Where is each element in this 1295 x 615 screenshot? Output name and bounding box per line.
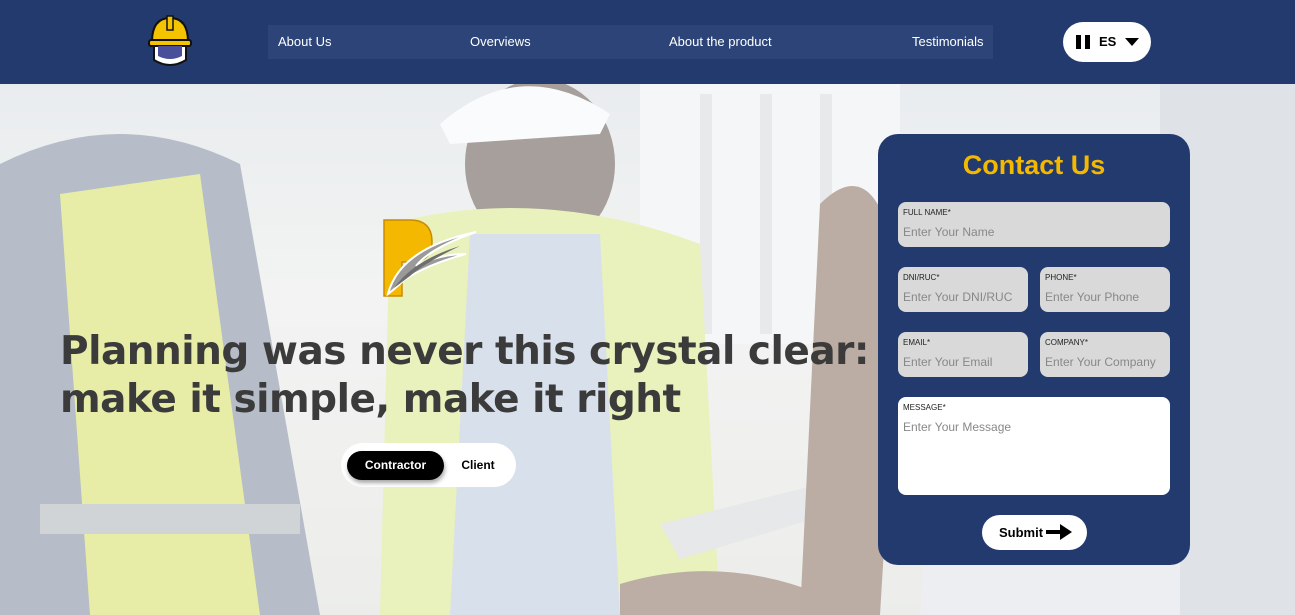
dni-field: DNI/RUC* xyxy=(898,267,1028,312)
role-toggle: Contractor Client xyxy=(341,443,516,487)
company-label: COMPANY* xyxy=(1045,338,1088,347)
contractor-toggle-button[interactable]: Contractor xyxy=(347,451,444,480)
hard-hat-logo-icon[interactable] xyxy=(142,12,198,72)
nav-overviews[interactable]: Overviews xyxy=(470,25,531,59)
submit-button[interactable]: Submit xyxy=(982,515,1087,550)
main-nav: About Us Overviews About the product Tes… xyxy=(268,25,993,59)
chevron-down-icon xyxy=(1125,38,1139,46)
message-textarea[interactable] xyxy=(903,420,1165,480)
client-toggle-button[interactable]: Client xyxy=(453,451,503,480)
headline-line-1: Planning was never this crystal clear: xyxy=(60,329,870,374)
company-field: COMPANY* xyxy=(1040,332,1170,377)
top-navbar: About Us Overviews About the product Tes… xyxy=(0,0,1295,84)
nav-testimonials[interactable]: Testimonials xyxy=(912,25,984,59)
dni-label: DNI/RUC* xyxy=(903,273,940,282)
phone-label: PHONE* xyxy=(1045,273,1077,282)
message-field: MESSAGE* xyxy=(898,397,1170,495)
email-input[interactable] xyxy=(903,355,1023,369)
phone-field: PHONE* xyxy=(1040,267,1170,312)
email-label: EMAIL* xyxy=(903,338,931,347)
flag-icon xyxy=(1076,35,1090,49)
nav-about-us[interactable]: About Us xyxy=(278,25,331,59)
p-brand-mark-icon xyxy=(380,218,480,300)
dni-input[interactable] xyxy=(903,290,1023,304)
message-label: MESSAGE* xyxy=(903,403,946,412)
phone-input[interactable] xyxy=(1045,290,1165,304)
arrow-right-icon xyxy=(1046,524,1072,540)
contact-title: Contact Us xyxy=(962,150,1106,180)
company-input[interactable] xyxy=(1045,355,1165,369)
nav-about-product[interactable]: About the product xyxy=(669,25,772,59)
language-selector[interactable]: ES xyxy=(1063,22,1151,62)
contact-form-card: Contact Us FULL NAME* DNI/RUC* PHONE* EM… xyxy=(878,134,1190,565)
hero-headline: Planning was never this crystal clear: m… xyxy=(60,328,870,424)
headline-line-2: make it simple, make it right xyxy=(60,377,681,422)
full-name-input[interactable] xyxy=(903,225,1165,239)
language-code: ES xyxy=(1099,34,1117,49)
email-field: EMAIL* xyxy=(898,332,1028,377)
full-name-field: FULL NAME* xyxy=(898,202,1170,247)
submit-label: Submit xyxy=(999,525,1044,540)
full-name-label: FULL NAME* xyxy=(903,208,951,217)
